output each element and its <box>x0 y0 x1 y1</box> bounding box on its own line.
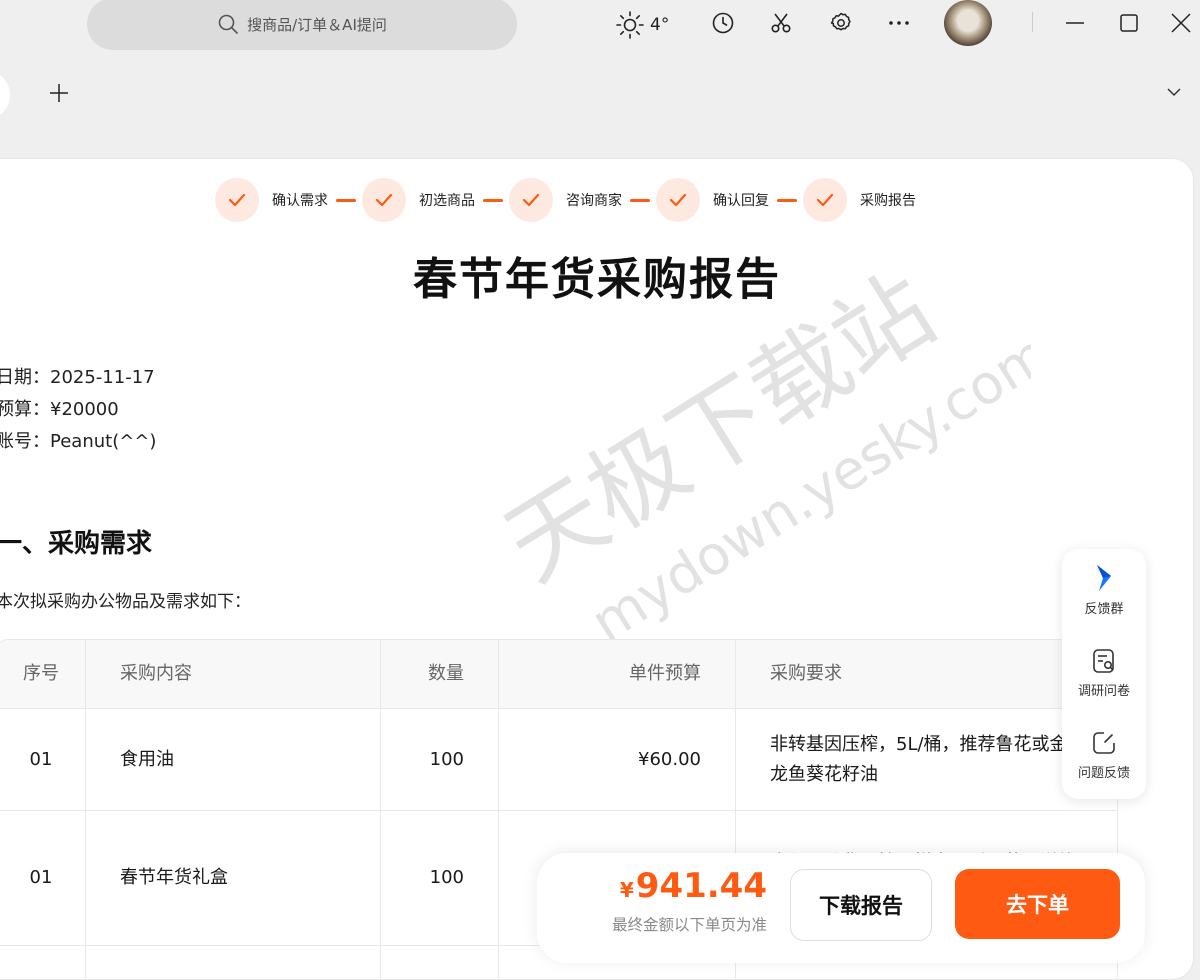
scissors-icon <box>771 13 791 33</box>
weather-widget[interactable]: 4° <box>615 10 669 40</box>
cell-qty: 100 <box>381 709 499 810</box>
step-purchase-report: 采购报告 <box>803 178 916 222</box>
step-label: 确认需求 <box>272 193 328 209</box>
close-button[interactable] <box>1166 8 1196 38</box>
cell-empty <box>381 946 499 979</box>
step-connector <box>483 198 503 202</box>
currency-symbol: ¥ <box>619 878 634 902</box>
section-title: 一、采购需求 <box>0 529 153 559</box>
step-connector <box>630 198 650 202</box>
avatar[interactable] <box>944 0 992 46</box>
gear-icon <box>830 12 851 31</box>
close-icon <box>1171 13 1191 33</box>
step-connector <box>336 198 356 202</box>
feedback-group-icon <box>1097 565 1111 591</box>
edit-note-icon <box>1093 732 1115 754</box>
minimize-icon <box>1066 22 1084 24</box>
step-connector <box>777 198 797 202</box>
search-placeholder: 搜商品/订单＆AI提问 <box>247 15 387 34</box>
divider <box>1032 12 1033 32</box>
plus-icon <box>50 84 68 102</box>
clock-icon <box>712 12 734 34</box>
check-icon <box>803 178 847 222</box>
table-row: 01 食用油 100 ¥60.00 非转基因压榨，5L/桶，推荐鲁花或金龙鱼葵花… <box>0 709 1117 811</box>
issue-feedback-button[interactable]: 问题反馈 <box>1062 729 1146 781</box>
feedback-group-button[interactable]: 反馈群 <box>1062 563 1146 617</box>
history-button[interactable] <box>708 8 738 38</box>
checkout-bar: ¥941.44 最终金额以下单页为准 下载报告 去下单 <box>537 853 1145 963</box>
maximize-icon <box>1120 14 1138 32</box>
report-budget: 预算：¥20000 <box>0 399 119 420</box>
price-amount: 941.44 <box>635 866 767 906</box>
place-order-button[interactable]: 去下单 <box>955 869 1120 939</box>
report-date: 日期：2025-11-17 <box>0 367 155 388</box>
download-report-button[interactable]: 下载报告 <box>790 869 932 941</box>
check-icon <box>656 178 700 222</box>
report-account: 账号：Peanut(^^) <box>0 431 157 452</box>
header-cell: 采购要求 <box>736 640 1117 708</box>
header-cell: 序号 <box>0 640 86 708</box>
step-confirm-reply: 确认回复 <box>656 178 769 222</box>
header-cell: 数量 <box>381 640 499 708</box>
more-button[interactable] <box>884 8 914 38</box>
step-consult-merchant: 咨询商家 <box>509 178 622 222</box>
table-header-row: 序号 采购内容 数量 单件预算 采购要求 <box>0 640 1117 709</box>
svg-text:mydown.yesky.com: mydown.yesky.com <box>580 322 1031 655</box>
cell-no: 01 <box>0 709 86 810</box>
cell-empty <box>86 946 381 979</box>
issue-feedback-label: 问题反馈 <box>1077 766 1130 781</box>
step-label: 采购报告 <box>860 193 916 209</box>
sun-icon <box>616 11 644 39</box>
feedback-group-label: 反馈群 <box>1084 602 1124 617</box>
check-icon <box>509 178 553 222</box>
step-label: 初选商品 <box>419 193 475 209</box>
total-price: ¥941.44 <box>557 867 767 909</box>
step-select-products: 初选商品 <box>362 178 475 222</box>
search-input[interactable]: 搜商品/订单＆AI提问 <box>87 0 517 50</box>
step-label: 咨询商家 <box>566 193 622 209</box>
header-cell: 采购内容 <box>86 640 381 708</box>
survey-icon <box>1093 649 1114 673</box>
section-description: 本次拟采购办公物品及需求如下： <box>0 592 251 612</box>
chevron-down-icon <box>1167 88 1181 97</box>
settings-button[interactable] <box>826 8 856 38</box>
report-meta: 日期：2025-11-17 预算：¥20000 账号：Peanut(^^) <box>0 362 156 458</box>
cell-item: 食用油 <box>86 709 381 810</box>
active-tab[interactable] <box>0 70 10 120</box>
cell-requirement: 非转基因压榨，5L/桶，推荐鲁花或金龙鱼葵花籽油 <box>770 733 1068 785</box>
survey-label: 调研问卷 <box>1077 684 1130 699</box>
progress-steps: 确认需求 初选商品 咨询商家 确认回复 采购报告 <box>215 178 916 222</box>
check-icon <box>362 178 406 222</box>
cell-price: ¥60.00 <box>499 709 736 810</box>
side-float-panel: 反馈群 调研问卷 问题反馈 <box>1062 549 1146 799</box>
cell-qty: 100 <box>381 811 499 945</box>
check-icon <box>215 178 259 222</box>
survey-button[interactable]: 调研问卷 <box>1062 647 1146 699</box>
cell-item: 春节年货礼盒 <box>86 811 381 945</box>
screenshot-button[interactable] <box>766 8 796 38</box>
cell-no: 01 <box>0 811 86 945</box>
more-dots-icon <box>889 21 909 25</box>
title-bar: 搜商品/订单＆AI提问 4° <box>0 0 1200 50</box>
header-cell: 单件预算 <box>499 640 736 708</box>
price-note: 最终金额以下单页为准 <box>611 916 767 934</box>
step-confirm-needs: 确认需求 <box>215 178 328 222</box>
price-block: ¥941.44 最终金额以下单页为准 <box>557 867 767 935</box>
cell-empty <box>0 946 86 979</box>
maximize-button[interactable] <box>1114 8 1144 38</box>
report-title: 春节年货采购报告 <box>413 254 781 305</box>
new-tab-button[interactable] <box>44 78 74 108</box>
tab-list-dropdown[interactable] <box>1160 78 1188 106</box>
weather-temp: 4° <box>650 15 670 35</box>
minimize-button[interactable] <box>1060 8 1090 38</box>
step-label: 确认回复 <box>713 193 769 209</box>
search-icon <box>218 14 238 34</box>
